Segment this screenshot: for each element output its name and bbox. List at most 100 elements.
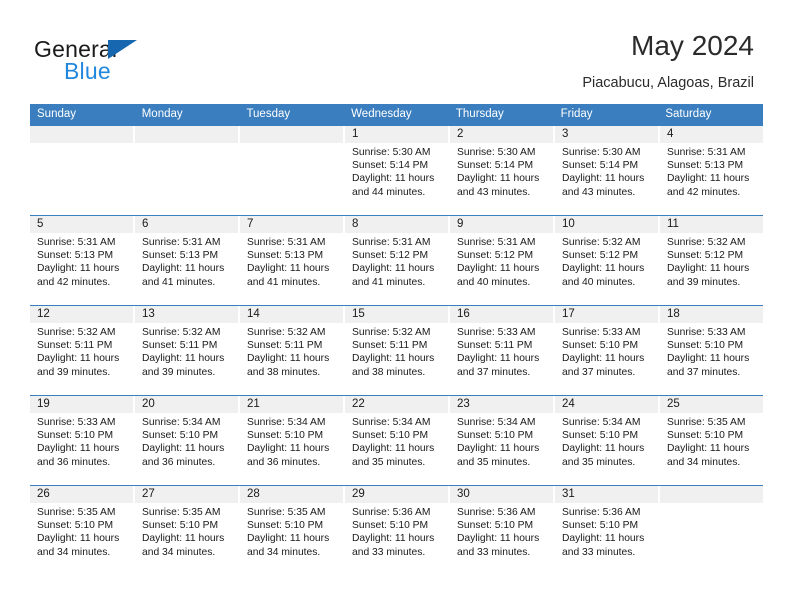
daylight-text-line2: and 33 minutes.	[457, 546, 531, 558]
sunset-text: Sunset: 5:10 PM	[352, 430, 429, 442]
day-number: 29	[345, 486, 448, 503]
day-cell[interactable]: 25 Sunrise: 5:35 AM Sunset: 5:10 PM Dayl…	[660, 396, 763, 485]
day-details: Sunrise: 5:36 AM Sunset: 5:10 PM Dayligh…	[450, 503, 553, 559]
sunset-text: Sunset: 5:12 PM	[352, 250, 429, 262]
daylight-text-line1: Daylight: 11 hours	[247, 353, 330, 365]
day-cell	[135, 126, 240, 215]
day-cell[interactable]: 17 Sunrise: 5:33 AM Sunset: 5:10 PM Dayl…	[555, 306, 660, 395]
calendar-week-row: 26 Sunrise: 5:35 AM Sunset: 5:10 PM Dayl…	[30, 485, 763, 575]
day-number: 6	[135, 216, 238, 233]
daylight-text-line1: Daylight: 11 hours	[562, 443, 645, 455]
daylight-text-line1: Daylight: 11 hours	[352, 443, 435, 455]
weekday-header-friday: Friday	[560, 108, 593, 120]
sunset-text: Sunset: 5:14 PM	[457, 160, 534, 172]
day-cell[interactable]: 30 Sunrise: 5:36 AM Sunset: 5:10 PM Dayl…	[450, 486, 555, 575]
daylight-text-line2: and 41 minutes.	[142, 276, 216, 288]
day-details: Sunrise: 5:35 AM Sunset: 5:10 PM Dayligh…	[660, 413, 763, 469]
day-cell[interactable]: 5 Sunrise: 5:31 AM Sunset: 5:13 PM Dayli…	[30, 216, 135, 305]
day-cell[interactable]: 6 Sunrise: 5:31 AM Sunset: 5:13 PM Dayli…	[135, 216, 240, 305]
sunrise-text: Sunrise: 5:34 AM	[352, 417, 431, 428]
day-cell[interactable]: 29 Sunrise: 5:36 AM Sunset: 5:10 PM Dayl…	[345, 486, 450, 575]
day-cell[interactable]: 4 Sunrise: 5:31 AM Sunset: 5:13 PM Dayli…	[660, 126, 763, 215]
day-cell[interactable]: 14 Sunrise: 5:32 AM Sunset: 5:11 PM Dayl…	[240, 306, 345, 395]
day-details: Sunrise: 5:32 AM Sunset: 5:11 PM Dayligh…	[135, 323, 238, 379]
day-details	[660, 503, 763, 506]
day-cell[interactable]: 2 Sunrise: 5:30 AM Sunset: 5:14 PM Dayli…	[450, 126, 555, 215]
day-details: Sunrise: 5:34 AM Sunset: 5:10 PM Dayligh…	[345, 413, 448, 469]
day-number: 27	[135, 486, 238, 503]
daylight-text-line2: and 36 minutes.	[37, 456, 111, 468]
day-cell[interactable]: 7 Sunrise: 5:31 AM Sunset: 5:13 PM Dayli…	[240, 216, 345, 305]
day-cell[interactable]: 26 Sunrise: 5:35 AM Sunset: 5:10 PM Dayl…	[30, 486, 135, 575]
calendar-page: General Blue May 2024 Piacabucu, Alagoas…	[0, 0, 792, 612]
calendar-week-row: 12 Sunrise: 5:32 AM Sunset: 5:11 PM Dayl…	[30, 305, 763, 395]
day-details: Sunrise: 5:33 AM Sunset: 5:11 PM Dayligh…	[450, 323, 553, 379]
generalblue-logo[interactable]: General Blue	[34, 36, 264, 90]
sunrise-text: Sunrise: 5:33 AM	[562, 327, 641, 338]
daylight-text-line2: and 36 minutes.	[142, 456, 216, 468]
sunrise-text: Sunrise: 5:32 AM	[247, 327, 326, 338]
weekday-header-wednesday: Wednesday	[351, 108, 412, 120]
day-cell[interactable]: 12 Sunrise: 5:32 AM Sunset: 5:11 PM Dayl…	[30, 306, 135, 395]
daylight-text-line1: Daylight: 11 hours	[667, 443, 750, 455]
sunrise-text: Sunrise: 5:35 AM	[37, 507, 116, 518]
weekday-header-row: Sunday Monday Tuesday Wednesday Thursday…	[30, 104, 763, 125]
daylight-text-line2: and 44 minutes.	[352, 186, 426, 198]
day-cell[interactable]: 28 Sunrise: 5:35 AM Sunset: 5:10 PM Dayl…	[240, 486, 345, 575]
day-details	[135, 143, 238, 146]
day-cell[interactable]: 13 Sunrise: 5:32 AM Sunset: 5:11 PM Dayl…	[135, 306, 240, 395]
daylight-text-line2: and 37 minutes.	[562, 366, 636, 378]
sunset-text: Sunset: 5:13 PM	[247, 250, 324, 262]
sunset-text: Sunset: 5:14 PM	[352, 160, 429, 172]
sunset-text: Sunset: 5:10 PM	[142, 430, 219, 442]
day-cell[interactable]: 20 Sunrise: 5:34 AM Sunset: 5:10 PM Dayl…	[135, 396, 240, 485]
sunrise-text: Sunrise: 5:36 AM	[352, 507, 431, 518]
calendar-week-row: 1 Sunrise: 5:30 AM Sunset: 5:14 PM Dayli…	[30, 125, 763, 215]
sunset-text: Sunset: 5:11 PM	[142, 340, 218, 352]
day-cell[interactable]: 19 Sunrise: 5:33 AM Sunset: 5:10 PM Dayl…	[30, 396, 135, 485]
weekday-header-monday: Monday	[141, 108, 183, 120]
day-cell[interactable]: 23 Sunrise: 5:34 AM Sunset: 5:10 PM Dayl…	[450, 396, 555, 485]
sunset-text: Sunset: 5:10 PM	[37, 430, 114, 442]
daylight-text-line2: and 34 minutes.	[247, 546, 321, 558]
day-details	[30, 143, 133, 146]
sunrise-text: Sunrise: 5:32 AM	[37, 327, 116, 338]
daylight-text-line1: Daylight: 11 hours	[667, 263, 750, 275]
daylight-text-line1: Daylight: 11 hours	[562, 173, 645, 185]
daylight-text-line1: Daylight: 11 hours	[667, 173, 750, 185]
sunset-text: Sunset: 5:11 PM	[247, 340, 323, 352]
day-number: 22	[345, 396, 448, 413]
day-details: Sunrise: 5:30 AM Sunset: 5:14 PM Dayligh…	[450, 143, 553, 199]
sunrise-text: Sunrise: 5:31 AM	[247, 237, 326, 248]
day-details: Sunrise: 5:30 AM Sunset: 5:14 PM Dayligh…	[555, 143, 658, 199]
day-number: 15	[345, 306, 448, 323]
day-cell[interactable]: 1 Sunrise: 5:30 AM Sunset: 5:14 PM Dayli…	[345, 126, 450, 215]
day-cell[interactable]: 10 Sunrise: 5:32 AM Sunset: 5:12 PM Dayl…	[555, 216, 660, 305]
day-details: Sunrise: 5:34 AM Sunset: 5:10 PM Dayligh…	[450, 413, 553, 469]
day-cell	[660, 486, 763, 575]
daylight-text-line2: and 38 minutes.	[352, 366, 426, 378]
day-cell[interactable]: 11 Sunrise: 5:32 AM Sunset: 5:12 PM Dayl…	[660, 216, 763, 305]
day-cell[interactable]: 9 Sunrise: 5:31 AM Sunset: 5:12 PM Dayli…	[450, 216, 555, 305]
sunrise-text: Sunrise: 5:30 AM	[562, 147, 641, 158]
day-cell[interactable]: 24 Sunrise: 5:34 AM Sunset: 5:10 PM Dayl…	[555, 396, 660, 485]
sunrise-text: Sunrise: 5:31 AM	[37, 237, 116, 248]
day-cell[interactable]: 3 Sunrise: 5:30 AM Sunset: 5:14 PM Dayli…	[555, 126, 660, 215]
day-number: 30	[450, 486, 553, 503]
sunrise-text: Sunrise: 5:33 AM	[457, 327, 536, 338]
daylight-text-line2: and 42 minutes.	[37, 276, 111, 288]
sunset-text: Sunset: 5:10 PM	[457, 430, 534, 442]
sunrise-text: Sunrise: 5:31 AM	[667, 147, 746, 158]
day-cell[interactable]: 8 Sunrise: 5:31 AM Sunset: 5:12 PM Dayli…	[345, 216, 450, 305]
day-cell[interactable]: 27 Sunrise: 5:35 AM Sunset: 5:10 PM Dayl…	[135, 486, 240, 575]
daylight-text-line2: and 35 minutes.	[562, 456, 636, 468]
day-cell[interactable]: 31 Sunrise: 5:36 AM Sunset: 5:10 PM Dayl…	[555, 486, 660, 575]
day-number: 19	[30, 396, 133, 413]
day-cell[interactable]: 16 Sunrise: 5:33 AM Sunset: 5:11 PM Dayl…	[450, 306, 555, 395]
day-cell[interactable]: 22 Sunrise: 5:34 AM Sunset: 5:10 PM Dayl…	[345, 396, 450, 485]
day-number	[240, 126, 343, 143]
day-details: Sunrise: 5:33 AM Sunset: 5:10 PM Dayligh…	[30, 413, 133, 469]
day-cell[interactable]: 18 Sunrise: 5:33 AM Sunset: 5:10 PM Dayl…	[660, 306, 763, 395]
day-cell[interactable]: 21 Sunrise: 5:34 AM Sunset: 5:10 PM Dayl…	[240, 396, 345, 485]
day-cell[interactable]: 15 Sunrise: 5:32 AM Sunset: 5:11 PM Dayl…	[345, 306, 450, 395]
